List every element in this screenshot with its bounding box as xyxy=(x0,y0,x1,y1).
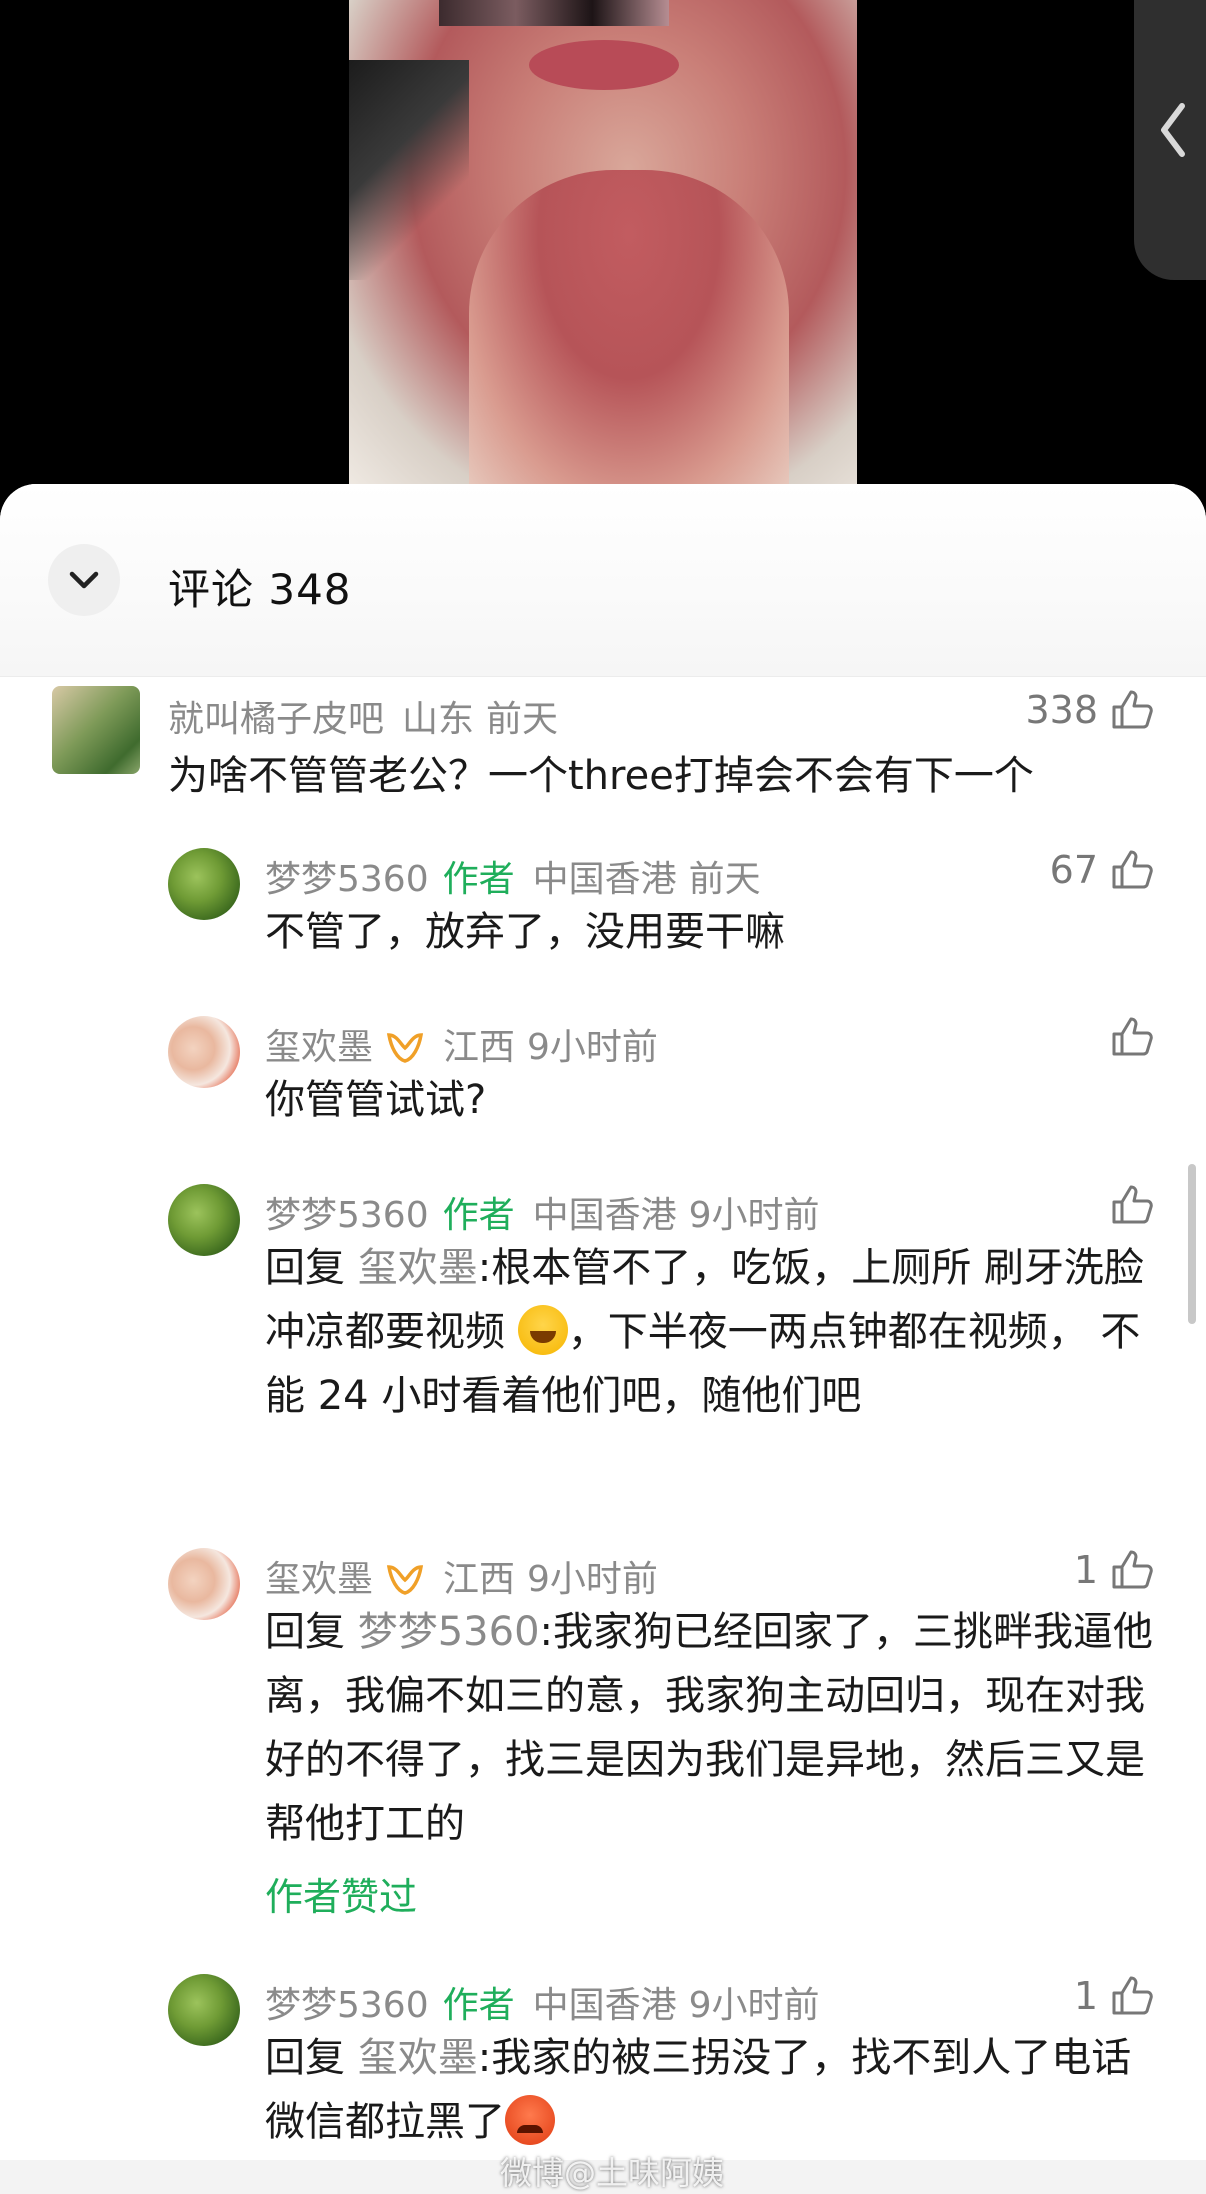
comment-text: 回复 玺欢墨:我家的被三拐没了，找不到人了电话微信都拉黑了 xyxy=(265,2026,1155,2154)
commenter-name[interactable]: 梦梦5360 xyxy=(265,1985,429,2026)
like-count: 1 xyxy=(1073,1974,1098,2018)
avatar[interactable] xyxy=(52,686,140,774)
comment-location: 中国香港 xyxy=(532,859,677,900)
comment-meta: 梦梦5360 作者 中国香港 前天 xyxy=(265,850,761,902)
thumbs-up-icon xyxy=(1112,1017,1153,1056)
avatar[interactable] xyxy=(168,1974,240,2046)
author-liked-label: 作者赞过 xyxy=(265,1875,418,1919)
comment-location: 中国香港 xyxy=(532,1985,677,2026)
comment-location: 山东 xyxy=(402,699,475,740)
comment-meta: 梦梦5360 作者 中国香港 9小时前 xyxy=(265,1976,820,2028)
like-button[interactable]: 338 xyxy=(1025,688,1154,732)
collapse-button[interactable] xyxy=(48,544,120,616)
comment-meta: 玺欢墨 江西 9小时前 xyxy=(265,1018,658,1070)
video-mosaic-blur xyxy=(439,0,669,26)
video-hair-shape xyxy=(349,60,469,280)
comment-item[interactable]: 就叫橘子皮吧 山东 前天 338 为啥不管管老公？一个three打掉会不会有下一个 xyxy=(0,684,1206,814)
author-tag: 作者 xyxy=(442,1195,515,1236)
reply-item[interactable]: 玺欢墨 江西 9小时前 1 回复 梦梦5360:我家狗已经回家了，三挑畔我逼他离，我… xyxy=(0,1544,1206,1944)
comment-text: 回复 梦梦5360:我家狗已经回家了，三挑畔我逼他离，我偏不如三的意，我家狗主动… xyxy=(265,1600,1155,1856)
like-button[interactable]: 1 xyxy=(1074,1548,1154,1592)
reply-prefix: 回复 xyxy=(265,1609,358,1655)
avatar[interactable] xyxy=(168,1016,240,1088)
video-lip-shape xyxy=(529,40,679,90)
commenter-name[interactable]: 梦梦5360 xyxy=(265,859,429,900)
like-count: 338 xyxy=(1025,688,1098,732)
commenter-name[interactable]: 就叫橘子皮吧 xyxy=(168,699,384,740)
video-frame xyxy=(349,0,857,484)
vip-badge-icon xyxy=(386,1033,424,1063)
comment-time: 9小时前 xyxy=(688,1195,820,1236)
author-tag: 作者 xyxy=(442,859,515,900)
commenter-name[interactable]: 梦梦5360 xyxy=(265,1195,429,1236)
comment-time: 9小时前 xyxy=(688,1985,820,2026)
avatar[interactable] xyxy=(168,1548,240,1620)
avatar[interactable] xyxy=(168,848,240,920)
comments-header: 评论 348 xyxy=(0,484,1206,677)
comment-time: 9小时前 xyxy=(527,1027,658,1068)
reply-item[interactable]: 梦梦5360 作者 中国香港 9小时前 回复 玺欢墨:根本管不了，吃饭，上厕所 刷牙洗… xyxy=(0,1180,1206,1520)
comment-meta: 玺欢墨 江西 9小时前 xyxy=(265,1550,658,1602)
comment-meta: 就叫橘子皮吧 山东 前天 xyxy=(168,690,558,742)
like-button[interactable]: 1 xyxy=(1074,1974,1154,2018)
comment-time: 前天 xyxy=(688,859,761,900)
comment-time: 9小时前 xyxy=(527,1559,658,1600)
like-button[interactable] xyxy=(1098,1184,1154,1226)
author-tag: 作者 xyxy=(442,1985,515,2026)
chevron-down-icon xyxy=(69,571,99,589)
commenter-name[interactable]: 玺欢墨 xyxy=(265,1027,373,1068)
comment-location: 中国香港 xyxy=(532,1195,677,1236)
avatar[interactable] xyxy=(168,1184,240,1256)
video-player[interactable] xyxy=(0,0,1206,500)
chevron-left-icon xyxy=(1161,103,1185,157)
comment-location: 江西 xyxy=(443,1027,516,1068)
angry-emoji-icon xyxy=(505,2095,555,2145)
commenter-name[interactable]: 玺欢墨 xyxy=(265,1559,373,1600)
comments-title: 评论 348 xyxy=(168,565,352,614)
comment-text-content: 你管管试试? xyxy=(265,1077,487,1123)
comment-location: 江西 xyxy=(443,1559,516,1600)
reply-to-user[interactable]: 玺欢墨 xyxy=(358,2035,478,2081)
scrollbar[interactable] xyxy=(1188,1164,1196,1324)
reply-prefix: 回复 xyxy=(265,1245,358,1291)
thumbs-up-icon xyxy=(1112,690,1153,729)
comment-text: 为啥不管管老公？一个three打掉会不会有下一个 xyxy=(168,744,1158,808)
comment-text: 回复 玺欢墨:根本管不了，吃饭，上厕所 刷牙洗脸 冲凉都要视频 ，下半夜一两点钟… xyxy=(265,1236,1155,1428)
watermark: 微博@土味阿姨 xyxy=(500,2154,725,2192)
like-button[interactable]: 67 xyxy=(1050,848,1154,892)
thumbs-up-icon xyxy=(1112,1550,1153,1589)
comment-text-content: 为啥不管管老公？一个three打掉会不会有下一个 xyxy=(168,753,1034,799)
reply-prefix: 回复 xyxy=(265,2035,358,2081)
comment-time: 前天 xyxy=(486,699,559,740)
comment-meta: 梦梦5360 作者 中国香港 9小时前 xyxy=(265,1186,820,1238)
like-count: 1 xyxy=(1073,1548,1098,1592)
laughing-emoji-icon xyxy=(517,1305,568,1355)
comment-text-content: 不管了，放弃了，没用要干嘛 xyxy=(265,909,785,955)
side-panel-handle[interactable] xyxy=(1134,0,1206,280)
like-count: 67 xyxy=(1049,848,1098,892)
comment-text: 不管了，放弃了，没用要干嘛 xyxy=(265,900,1155,964)
thumbs-up-icon xyxy=(1112,1976,1153,2015)
comments-sheet: 评论 348 就叫橘子皮吧 山东 前天 338 为啥不管管老公？一个three打掉会… xyxy=(0,484,1206,2194)
comment-text: 你管管试试? xyxy=(265,1068,1155,1132)
reply-item[interactable]: 玺欢墨 江西 9小时前 你管管试试? xyxy=(0,1012,1206,1152)
thumbs-up-icon xyxy=(1112,1185,1153,1224)
vip-badge-icon xyxy=(386,1565,424,1595)
thumbs-up-icon xyxy=(1112,850,1153,889)
video-neck-shape xyxy=(469,170,789,484)
reply-to-user[interactable]: 梦梦5360 xyxy=(358,1609,540,1655)
like-button[interactable] xyxy=(1098,1016,1154,1058)
reply-to-user[interactable]: 玺欢墨 xyxy=(358,1245,478,1291)
reply-item[interactable]: 梦梦5360 作者 中国香港 前天 67 不管了，放弃了，没用要干嘛 xyxy=(0,844,1206,984)
